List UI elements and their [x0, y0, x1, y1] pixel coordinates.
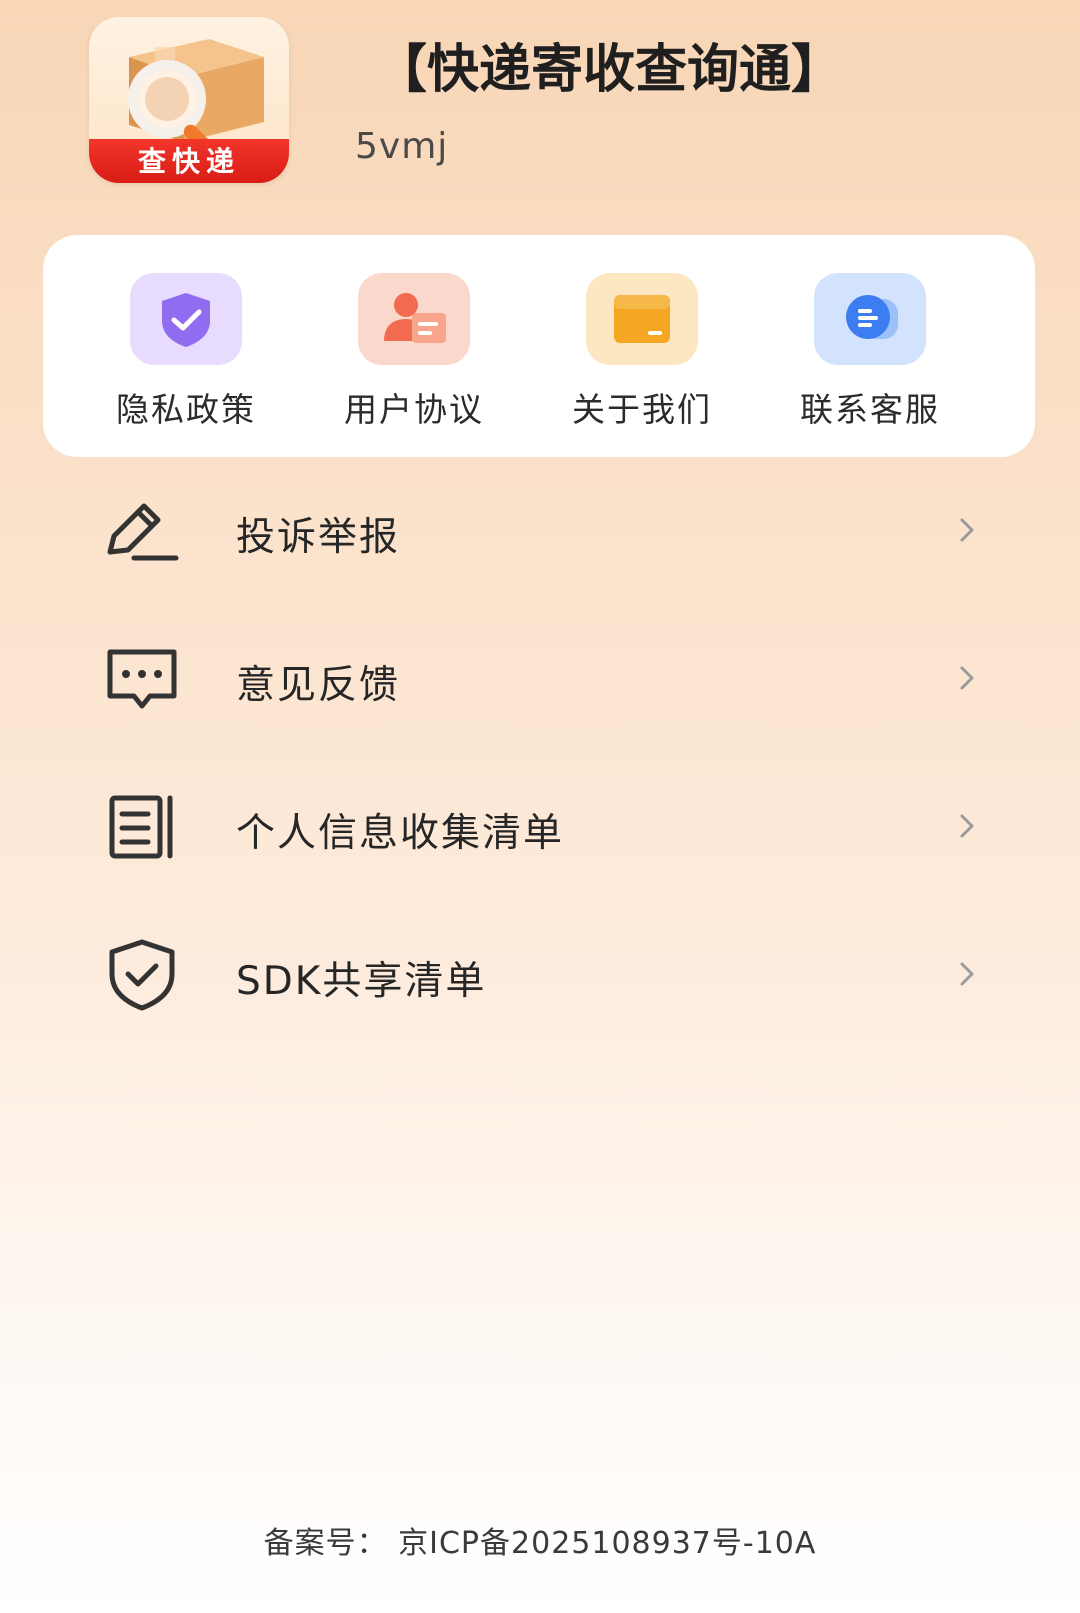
app-subtitle: 5vmj	[355, 126, 449, 167]
quick-link-user-agreement[interactable]: 用户协议	[309, 273, 519, 431]
menu-item-label: 意见反馈	[236, 663, 401, 708]
quick-links-card: 隐私政策 用户协议 关于我们 联系客服	[43, 235, 1035, 457]
quick-link-privacy-policy[interactable]: 隐私政策	[81, 273, 291, 431]
chevron-right-icon	[960, 666, 974, 690]
chevron-right-icon	[960, 814, 974, 838]
quick-link-customer-service[interactable]: 联系客服	[765, 273, 975, 431]
menu-item-feedback[interactable]: 意见反馈	[0, 618, 1080, 738]
quick-link-label: 联系客服	[800, 390, 940, 429]
menu-item-label: 个人信息收集清单	[236, 811, 565, 856]
pencil-icon	[107, 503, 179, 561]
quick-link-label: 用户协议	[344, 390, 484, 429]
menu-item-personal-info-list[interactable]: 个人信息收集清单	[0, 766, 1080, 886]
icp-filing-number: 备案号： 京ICP备2025108937号-10A	[263, 1526, 817, 1561]
quick-link-about-us[interactable]: 关于我们	[537, 273, 747, 431]
user-card-icon	[358, 273, 470, 365]
menu-item-label: 投诉举报	[236, 515, 401, 560]
document-list-icon	[109, 795, 173, 859]
quick-link-label: 关于我们	[572, 390, 712, 429]
app-logo: 查快递	[89, 17, 289, 183]
app-title: 【快递寄收查询通】	[375, 40, 844, 100]
chevron-right-icon	[960, 518, 974, 542]
quick-link-label: 隐私政策	[116, 390, 256, 429]
menu-item-sdk-sharing-list[interactable]: SDK共享清单	[0, 914, 1080, 1034]
chat-bubble-icon	[814, 273, 926, 365]
menu-item-label: SDK共享清单	[236, 959, 487, 1004]
shield-check-icon	[130, 273, 242, 365]
shield-check-outline-icon	[109, 939, 175, 1011]
folder-icon	[586, 273, 698, 365]
menu-item-complaint-report[interactable]: 投诉举报	[0, 470, 1080, 590]
chevron-right-icon	[960, 962, 974, 986]
app-logo-label: 查快递	[89, 139, 289, 183]
message-dots-icon	[107, 649, 177, 709]
